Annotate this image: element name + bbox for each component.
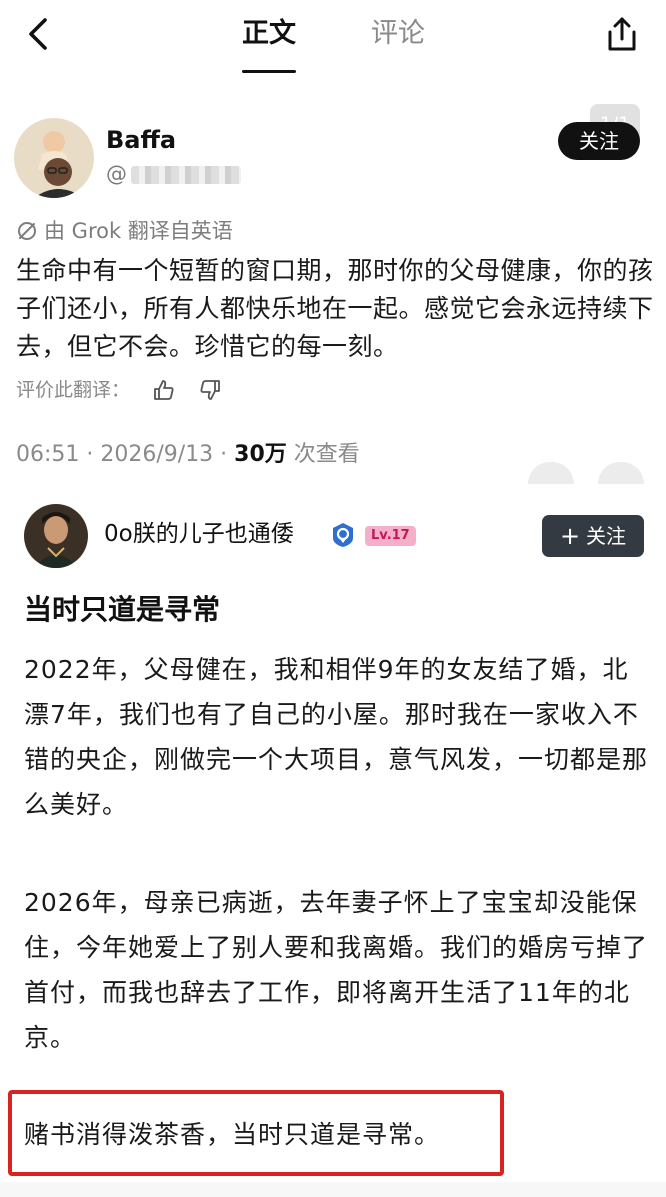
- page: 正文 评论 Baffa @ 关注 由 Grok 翻译自英语 生命中有一个短暂的窗…: [0, 0, 666, 1197]
- post-title: 当时只道是寻常: [24, 593, 221, 626]
- tweet-body: 生命中有一个短暂的窗口期，那时你的父母健康，你的孩子们还小，所有人都快乐地在一起…: [16, 256, 654, 361]
- thumb-up-icon: [152, 378, 176, 402]
- share-icon: [605, 15, 639, 57]
- thumb-down-icon: [198, 378, 222, 402]
- post-author-name[interactable]: 0o朕的儿子也通倭: [104, 518, 294, 550]
- post-author-avatar[interactable]: [24, 504, 88, 568]
- tweet-view-suffix: 次查看: [286, 442, 360, 467]
- follow-button[interactable]: + 关注: [542, 515, 644, 557]
- post-highlight-quote: 赌书消得泼茶香，当时只道是寻常。: [24, 1120, 441, 1149]
- post-card: 0o朕的儿子也通倭 Lv.17 + 关注 当时只道是寻常 2022年，父母健在，我…: [0, 484, 666, 1197]
- post-paragraph-1: 2022年，父母健在，我和相伴9年的女友结了婚，北漂7年，我们也有了自己的小屋。…: [24, 655, 649, 819]
- tweet-author-avatar: [14, 118, 94, 198]
- user-level-badge: Lv.17: [365, 526, 416, 546]
- chevron-left-icon: [25, 17, 51, 55]
- follow-button-label: 关注: [586, 524, 627, 548]
- top-navigation: 正文 评论: [0, 0, 666, 76]
- tweet-author-name: Baffa: [106, 126, 177, 154]
- bottom-divider: [0, 1182, 666, 1197]
- quoted-tweet-image: Baffa @ 1/1 关注 由 Grok 翻译自英语 生命中有一个短暂的窗口期…: [0, 84, 666, 484]
- verified-badge-icon: [330, 522, 356, 548]
- blurred-handle: [131, 166, 241, 184]
- tweet-follow-button: 关注: [558, 122, 640, 160]
- tab-main-content[interactable]: 正文: [242, 16, 296, 52]
- plus-icon: +: [559, 522, 581, 550]
- translation-note: 由 Grok 翻译自英语: [16, 216, 233, 246]
- tab-comments[interactable]: 评论: [371, 16, 425, 52]
- translate-link-icon: [16, 220, 38, 242]
- rate-translation-label: 评价此翻译：: [16, 379, 131, 401]
- tweet-view-count: 30万: [234, 442, 287, 467]
- active-tab-indicator: [242, 70, 296, 73]
- tweet-timestamp: 06:51 · 2026/9/13 ·: [16, 442, 235, 467]
- tweet-author-handle: @: [106, 160, 241, 188]
- tweet-metadata: 06:51 · 2026/9/13 · 30万 次查看: [16, 440, 360, 470]
- rate-translation: 评价此翻译：: [16, 376, 222, 404]
- decorative-circle-right: [598, 462, 644, 484]
- share-button[interactable]: [600, 14, 644, 58]
- translation-note-text: 由 Grok 翻译自英语: [44, 219, 233, 243]
- handle-prefix: @: [106, 162, 127, 186]
- back-button[interactable]: [18, 16, 58, 56]
- decorative-circle-left: [528, 462, 574, 484]
- post-paragraph-2: 2026年，母亲已病逝，去年妻子怀上了宝宝却没能保住，今年她爱上了别人要和我离婚…: [24, 888, 649, 1052]
